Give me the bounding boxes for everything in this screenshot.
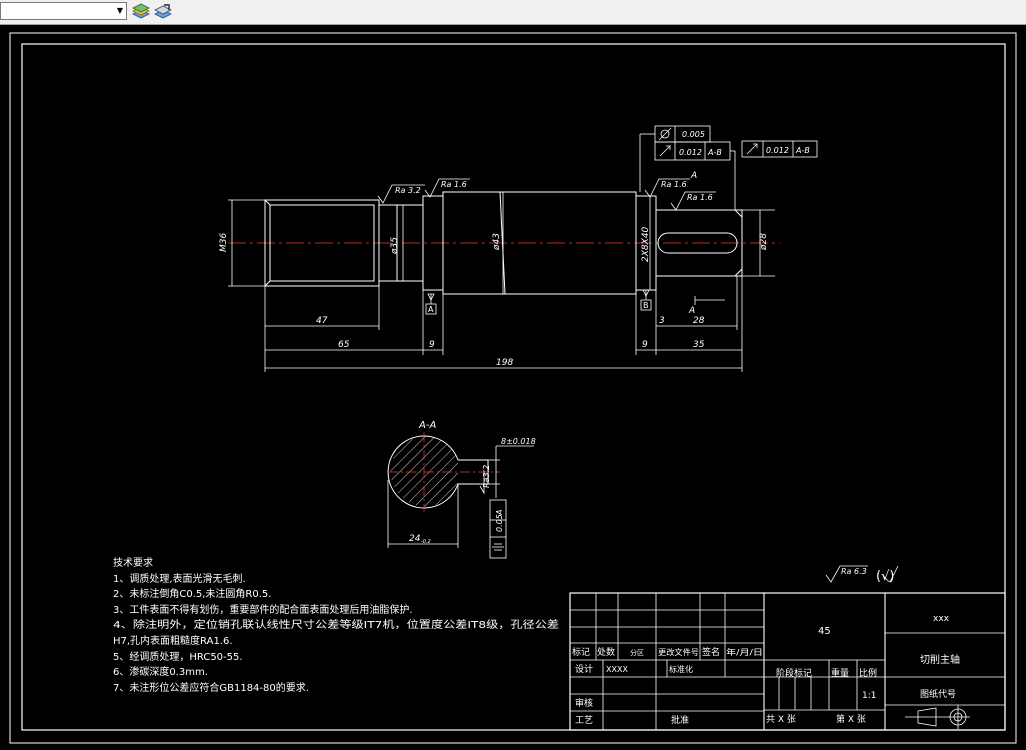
standardize-label: 标准化 — [669, 664, 693, 674]
dim-28: 28 — [693, 316, 705, 326]
tol-runout-0-005: 0.005 — [682, 130, 705, 139]
ra-1-6-label-b: Ra 1.6 — [661, 180, 687, 189]
tech-req-item: 4、除注明外，定位销孔联认线性尺寸公差等级IT7机，位置度公差IT8级，孔径公差 — [113, 618, 559, 631]
review-label: 审核 — [575, 697, 593, 709]
material-label: 45 — [818, 626, 831, 637]
chevron-down-icon[interactable]: ▼ — [114, 3, 126, 19]
ra-3-2-label: Ra 3.2 — [395, 186, 421, 195]
tech-req-item: H7,孔内表面粗糙度RA1.6. — [113, 634, 233, 647]
dim-3: 3 — [659, 316, 665, 326]
process-label: 工艺 — [575, 715, 593, 726]
company-label: xxx — [933, 614, 950, 624]
ra-3-2-section: Ra3.2 — [482, 465, 491, 488]
sheet-number-label: 第 X 张 — [836, 713, 866, 725]
tol-runout-0-012: 0.012 — [679, 148, 702, 157]
dim-47: 47 — [316, 316, 328, 326]
tech-req-item: 7、未注形位公差应符合GB1184-80的要求. — [113, 681, 309, 694]
stage-mark-label: 阶段标记 — [776, 667, 812, 679]
layer-stack-icon[interactable] — [131, 2, 151, 22]
dim-m36: M36 — [219, 233, 229, 252]
tech-req-item: 2、未标注倒角C0.5,未注圆角R0.5. — [113, 587, 271, 600]
header-zone: 分区 — [630, 648, 644, 657]
ra-1-6-label-a: Ra 1.6 — [441, 180, 467, 189]
dim-9a: 9 — [429, 340, 435, 350]
roughness-symbols — [377, 178, 899, 583]
ratio-value: 1:1 — [862, 691, 876, 701]
tech-req-item: 1、调质处理,表面光滑无毛刺. — [113, 572, 246, 585]
total-sheets-label: 共 X 张 — [766, 714, 796, 725]
tol-runout-0-012-b: 0.012 — [766, 146, 789, 155]
header-change-doc: 更改文件号 — [658, 647, 699, 657]
ra-6-3-label: Ra 6.3 — [841, 567, 867, 576]
section-arrow-a-bottom: A — [688, 306, 695, 316]
projection-symbol-icon — [905, 705, 970, 729]
datum-a-label: A — [428, 305, 434, 314]
tech-req-item: 5、经调质处理，HRC50-55. — [113, 650, 243, 663]
drawing-svg: M36 ø35 ø43 2X8X40 ø28 47 65 9 198 9 35 … — [9, 32, 1017, 744]
keyway-tolerance: 8±0.018 — [501, 437, 536, 446]
datum-b-label: B — [643, 301, 649, 310]
dim-65: 65 — [338, 340, 350, 350]
design-label: 设计 — [575, 663, 593, 675]
ra-1-6-label-c: Ra 1.6 — [687, 193, 713, 202]
dim-spline: 2X8X40 — [641, 226, 651, 262]
dim-35: 35 — [693, 340, 705, 350]
designer-name: XXXX — [606, 665, 628, 674]
layer-properties-icon[interactable] — [153, 2, 173, 22]
header-mark: 标记 — [572, 646, 590, 658]
toolbar: ▼ — [0, 0, 1026, 25]
tolerance-frames — [639, 125, 818, 210]
keyway-width-tol: -0.2 — [421, 539, 431, 545]
symmetry-tolerance: 0.05 — [495, 514, 504, 532]
tol-datum-ab: A-B — [707, 148, 722, 157]
tech-req-title: 技术要求 — [113, 556, 153, 569]
roughness-check-mark: (√) — [876, 569, 894, 584]
drawing-number-label: 图纸代号 — [920, 688, 956, 700]
header-date: 年/月/日 — [726, 647, 763, 657]
ratio-label: 比例 — [859, 667, 877, 679]
symmetry-datum: A — [495, 510, 504, 516]
tech-req-item: 6、渗碳深度0.3mm. — [113, 665, 208, 678]
keyway-width: 24 — [409, 534, 421, 544]
header-signature: 签名 — [702, 646, 720, 658]
tol-datum-ab-b: A-B — [795, 146, 810, 155]
weight-label: 重量 — [831, 667, 849, 679]
section-arrow-a-top: A — [690, 171, 697, 181]
drawing-canvas[interactable]: M36 ø35 ø43 2X8X40 ø28 47 65 9 198 9 35 … — [0, 25, 1026, 746]
dim-9b: 9 — [642, 340, 648, 350]
header-count: 处数 — [597, 646, 615, 658]
layer-combo[interactable]: ▼ — [0, 2, 127, 20]
title-block-text: 45 xxx 切削主轴 图纸代号 标记 处数 分区 更改文件号 签名 年/月/日… — [572, 614, 960, 726]
tech-req-item: 3、工件表面不得有划伤，重要部件的配合面表面处理后用油脂保护. — [113, 603, 413, 616]
dim-d43: ø43 — [492, 233, 502, 251]
dim-d28: ø28 — [759, 233, 769, 251]
dim-d35: ø35 — [390, 237, 400, 255]
tech-requirements: 技术要求 1、调质处理,表面光滑无毛刺. 2、未标注倒角C0.5,未注圆角R0.… — [113, 556, 559, 694]
section-title: A-A — [418, 420, 436, 431]
approve-label: 批准 — [671, 714, 689, 726]
part-name-label: 切削主轴 — [920, 653, 960, 666]
dim-198: 198 — [496, 358, 513, 368]
